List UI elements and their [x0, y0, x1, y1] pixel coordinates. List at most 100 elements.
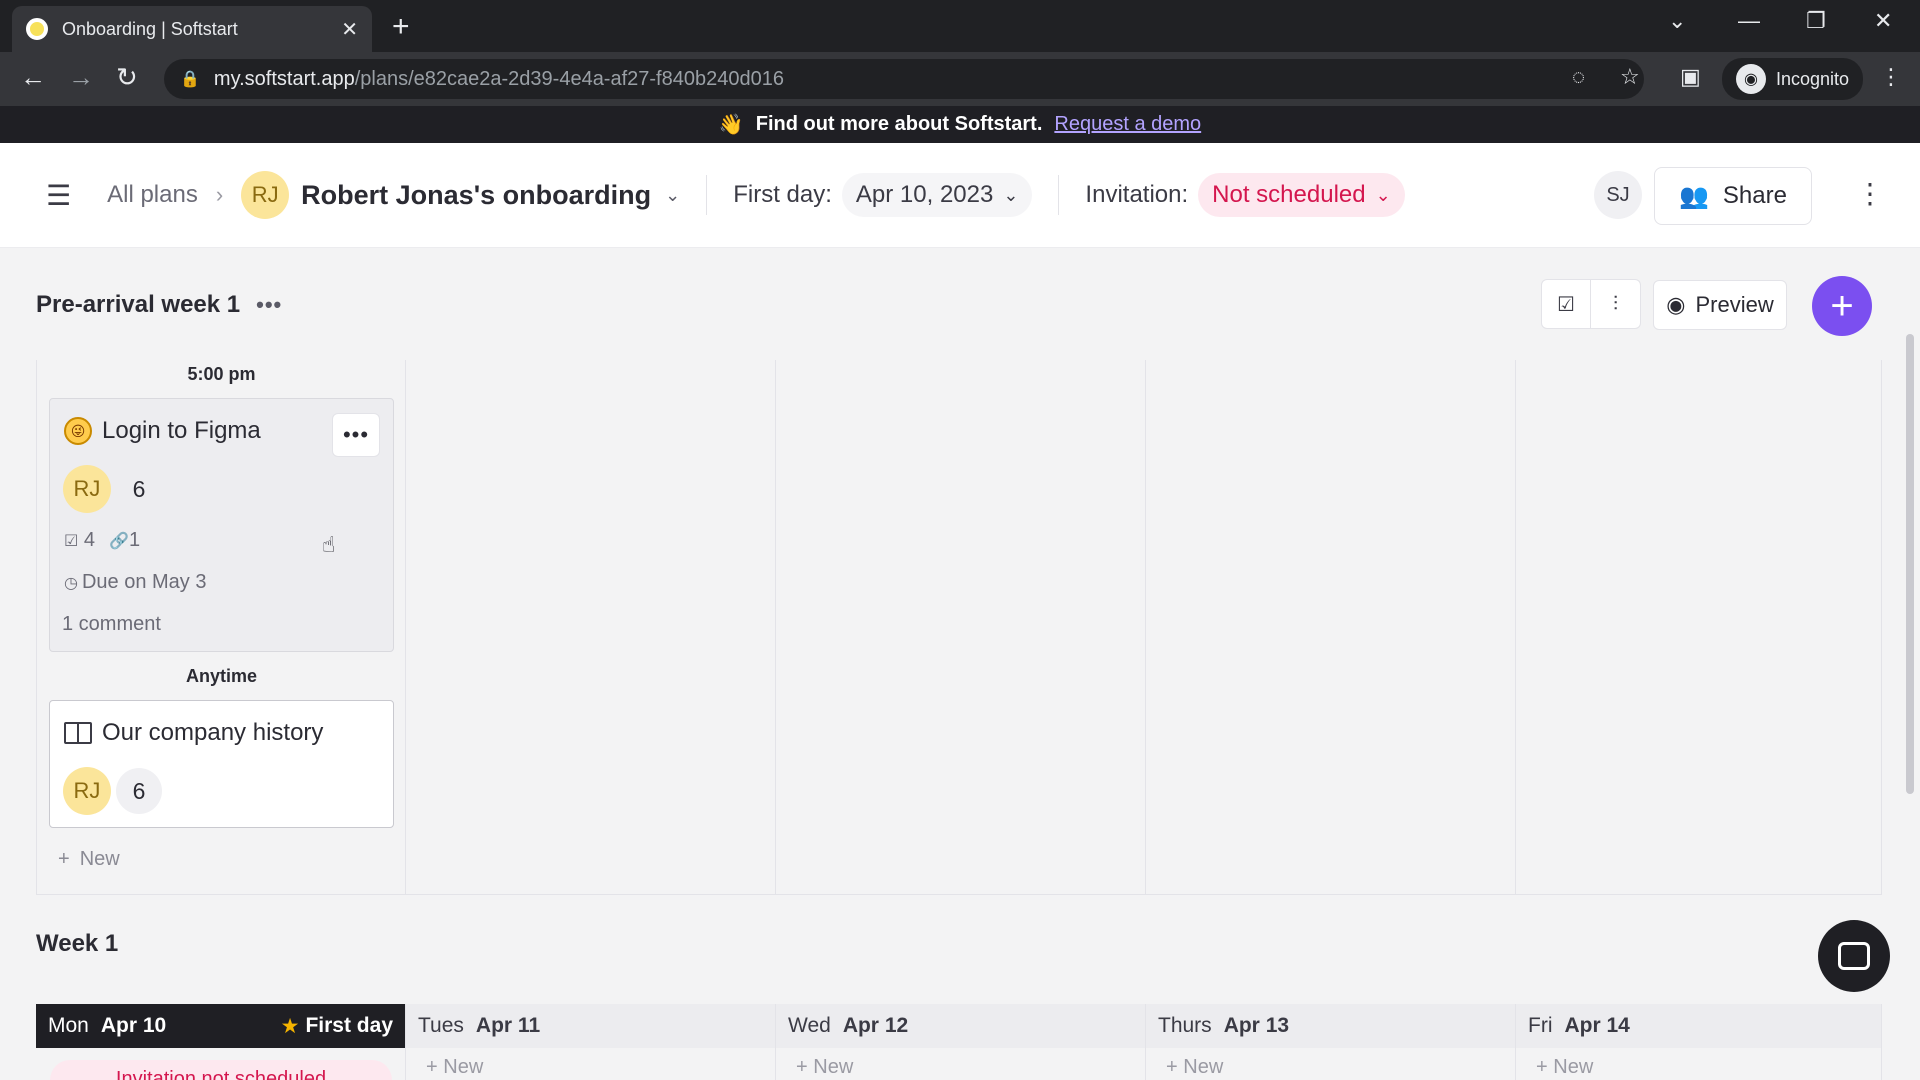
url-path: /plans/e82cae2a-2d39-4e4a-af27-f840b240d…	[354, 67, 784, 90]
first-day-picker[interactable]: Apr 10, 2023 ⌄	[841, 173, 1033, 217]
add-new-task-link[interactable]: + New	[426, 1056, 483, 1079]
browser-tab[interactable]: Onboarding | Softstart ✕	[12, 6, 372, 52]
day-header-fri: Fri Apr 14	[1516, 1004, 1882, 1048]
day-header-thu: Thurs Apr 13	[1146, 1004, 1516, 1048]
invitation-status-dropdown[interactable]: Not scheduled ⌄	[1198, 173, 1405, 217]
incognito-profile[interactable]: ◉ Incognito	[1722, 58, 1864, 100]
back-icon[interactable]: ←	[20, 62, 46, 93]
task-card-title: 😜 Login to Figma	[64, 417, 261, 445]
assignee-count: 6	[116, 768, 162, 814]
day-column-thu: + New	[1146, 1048, 1516, 1080]
winking-face-emoji-icon: 😜	[64, 417, 92, 445]
comment-count[interactable]: 1 comment	[62, 613, 161, 636]
new-label: New	[813, 1056, 854, 1078]
breadcrumb-all-plans[interactable]: All plans	[107, 181, 198, 209]
new-label: New	[79, 848, 120, 870]
plan-avatar: RJ	[241, 171, 290, 219]
day-date: Apr 14	[1564, 1014, 1630, 1037]
week-day-header: Mon Apr 10 ★ First day Tues Apr 11 Wed A…	[36, 1004, 1882, 1048]
tab-bar: Onboarding | Softstart ✕ + ⌄ — ❐ ✕	[0, 0, 1920, 52]
lock-icon: 🔒	[180, 71, 200, 88]
day-date: Apr 13	[1223, 1014, 1290, 1037]
hamburger-menu-icon[interactable]: ☰	[46, 179, 71, 212]
wave-emoji-icon: 👋	[718, 114, 744, 136]
chat-support-button[interactable]	[1818, 920, 1890, 992]
board-column	[1146, 360, 1516, 894]
checkbox-icon: ☑	[1557, 293, 1575, 316]
preview-label: Preview	[1695, 292, 1774, 317]
preview-button[interactable]: ◉ Preview	[1653, 280, 1787, 330]
close-window-icon[interactable]: ✕	[1874, 8, 1892, 34]
book-icon	[64, 722, 92, 744]
day-of-week: Wed	[788, 1014, 831, 1037]
address-bar[interactable]: 🔒 my.softstart.app /plans/e82cae2a-2d39-…	[164, 59, 1644, 99]
breadcrumb-chevron-icon: ›	[215, 182, 224, 207]
reload-icon[interactable]: ↻	[116, 62, 138, 93]
section-more-icon[interactable]: •••	[256, 292, 282, 318]
new-tab-icon[interactable]: +	[392, 10, 410, 44]
day-column-fri: + New	[1516, 1048, 1882, 1080]
day-date: Apr 10	[100, 1014, 167, 1037]
eye-icon: ◉	[1666, 292, 1686, 317]
user-avatar[interactable]: SJ	[1594, 171, 1642, 219]
restore-icon[interactable]: ❐	[1806, 8, 1826, 34]
invitation-chevron-down-icon: ⌄	[1375, 184, 1391, 205]
forward-icon[interactable]: →	[68, 62, 94, 93]
new-label: New	[1553, 1056, 1594, 1078]
day-header-mon: Mon Apr 10 ★ First day	[36, 1004, 406, 1048]
time-group-label: Anytime	[185, 666, 257, 686]
softstart-favicon-icon	[26, 18, 48, 40]
task-card-title: Our company history	[64, 719, 323, 747]
add-new-task-link[interactable]: + New	[1536, 1056, 1593, 1079]
checklist-view-button[interactable]: ☑	[1541, 279, 1591, 329]
task-card[interactable]: Our company history RJ 6	[49, 700, 394, 828]
invitation-status-value: Not scheduled	[1212, 181, 1366, 208]
card-more-button[interactable]: •••	[332, 413, 380, 457]
day-header-wed: Wed Apr 12	[776, 1004, 1146, 1048]
browser-menu-icon[interactable]: ⋮	[1880, 64, 1902, 90]
bookmark-star-icon[interactable]: ☆	[1620, 64, 1640, 90]
tab-search-icon[interactable]: ⌄	[1668, 8, 1686, 34]
assignee-count: 6	[132, 475, 146, 502]
page-scrollbar[interactable]	[1906, 334, 1914, 794]
filter-button[interactable]: ⫶	[1591, 279, 1641, 329]
eye-off-icon[interactable]: ◌	[1572, 64, 1585, 90]
section-title: Pre-arrival week 1	[36, 291, 241, 318]
invitation-label: Invitation:	[1085, 181, 1189, 208]
day-column-wed: + New	[776, 1048, 1146, 1080]
task-title: Login to Figma	[102, 417, 261, 444]
plan-title[interactable]: Robert Jonas's onboarding	[301, 180, 651, 211]
task-card[interactable]: 😜 Login to Figma ••• RJ 6 ☑ 4 🔗1 ◷ Due o…	[49, 398, 394, 652]
first-day-value: Apr 10, 2023	[855, 181, 994, 208]
request-demo-link[interactable]: Request a demo	[1054, 113, 1201, 136]
add-new-task-link[interactable]: + New	[1166, 1056, 1223, 1079]
plan-chevron-down-icon[interactable]: ⌄	[665, 185, 680, 206]
invitation-not-scheduled-alert[interactable]: Invitation not scheduled	[50, 1060, 392, 1080]
add-new-task-link[interactable]: + New	[58, 848, 120, 871]
plan-header: ☰ All plans › RJ Robert Jonas's onboardi…	[0, 143, 1920, 248]
board-divider	[36, 894, 1882, 895]
link-count: 1	[128, 529, 141, 551]
incognito-icon: ◉	[1736, 64, 1766, 94]
day-of-week: Mon	[48, 1014, 89, 1037]
close-tab-icon[interactable]: ✕	[341, 17, 358, 42]
week-title: Week 1	[36, 930, 119, 957]
assignee-avatar: RJ	[63, 465, 111, 513]
date-chevron-down-icon: ⌄	[1003, 184, 1019, 205]
share-label: Share	[1722, 182, 1787, 209]
more-options-icon[interactable]: ⋮	[1856, 177, 1884, 210]
add-item-button[interactable]: +	[1812, 276, 1872, 336]
users-icon: 👥	[1679, 182, 1709, 210]
header-divider	[1058, 175, 1060, 215]
add-new-task-link[interactable]: + New	[796, 1056, 853, 1079]
share-button[interactable]: 👥 Share	[1654, 167, 1812, 225]
task-meta: ☑ 4 🔗1	[64, 529, 140, 552]
hand-cursor-icon: ☝	[322, 532, 336, 557]
day-column-tue: + New	[406, 1048, 776, 1080]
side-panel-icon[interactable]: ▣	[1680, 64, 1701, 90]
browser-chrome: Onboarding | Softstart ✕ + ⌄ — ❐ ✕ ← → ↻…	[0, 0, 1920, 106]
plus-icon: +	[58, 848, 70, 870]
minimize-icon[interactable]: —	[1738, 8, 1760, 34]
url-host: my.softstart.app	[213, 67, 355, 90]
due-date: ◷ Due on May 3	[64, 571, 206, 594]
